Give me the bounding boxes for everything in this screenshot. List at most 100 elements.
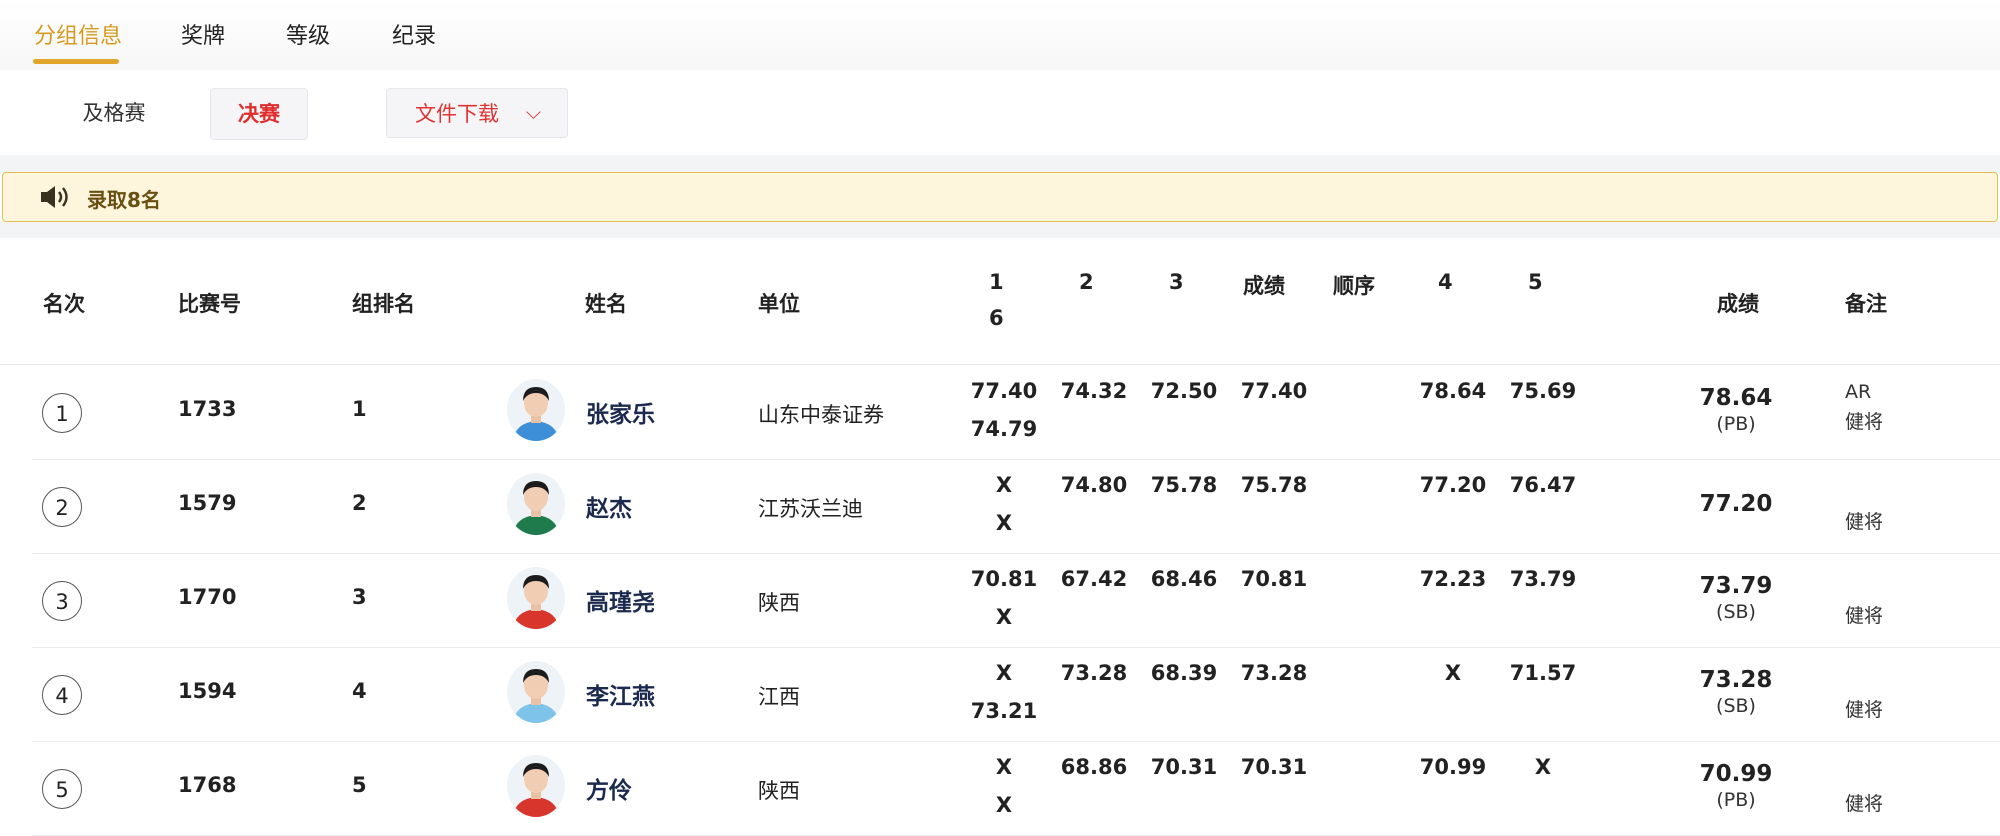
- attempt-2: 74.32: [1060, 379, 1128, 403]
- athlete-avatar: [507, 473, 565, 535]
- remark-note: 健将: [1845, 511, 1884, 533]
- attempt-5: X: [1534, 755, 1552, 779]
- table-row[interactable]: 2 1579 2 赵杰 江苏沃兰迪 X X 74.80 75.78 75.78 77.20 76.47…: [32, 459, 2000, 554]
- record-note: AR: [1845, 381, 1872, 403]
- col-attempt-6: 6: [989, 306, 1004, 330]
- rank-badge: 2: [42, 487, 82, 527]
- attempt-2: 73.28: [1060, 661, 1128, 685]
- col-attempt-2: 2: [1079, 270, 1094, 294]
- attempt-4: 70.99: [1419, 755, 1487, 779]
- file-download-dropdown[interactable]: 文件下载 ⌵: [386, 88, 568, 138]
- remark-note: 健将: [1845, 699, 1884, 721]
- attempt-2: 74.80: [1060, 473, 1128, 497]
- result-value: 70.99: [1699, 761, 1773, 787]
- col-rank: 名次: [43, 292, 85, 316]
- group-rank: 3: [352, 585, 367, 609]
- athlete-name[interactable]: 高瑾尧: [586, 583, 655, 617]
- tab-group-info[interactable]: 分组信息: [34, 18, 122, 50]
- rank-badge: 1: [42, 393, 82, 433]
- attempt-4: 77.20: [1419, 473, 1487, 497]
- rank-badge: 3: [42, 581, 82, 621]
- attempt-5: 76.47: [1509, 473, 1577, 497]
- final-result: 77.20: [1666, 491, 1806, 519]
- attempt-4: 78.64: [1419, 379, 1487, 403]
- chevron-down-icon: ⌵: [525, 100, 541, 124]
- final-result: 78.64 (PB): [1666, 385, 1806, 435]
- attempt-3: 75.78: [1150, 473, 1218, 497]
- col-attempt-1: 1: [989, 270, 1004, 294]
- attempt-5: 73.79: [1509, 567, 1577, 591]
- attempt-6: X: [995, 511, 1013, 535]
- col-bib: 比赛号: [178, 292, 241, 316]
- col-remark: 备注: [1845, 292, 1887, 316]
- prelim-round-button[interactable]: 及格赛: [44, 88, 184, 138]
- best-of-three: 75.78: [1240, 473, 1308, 497]
- unit-name: 江苏沃兰迪: [758, 497, 863, 521]
- athlete-avatar: [507, 567, 565, 629]
- col-best3: 成绩: [1243, 274, 1285, 298]
- bib-number: 1768: [178, 773, 237, 797]
- rank-badge: 5: [42, 769, 82, 809]
- bib-number: 1733: [178, 397, 237, 421]
- attempt-3: 68.46: [1150, 567, 1218, 591]
- col-attempt-4: 4: [1438, 270, 1453, 294]
- rank-badge: 4: [42, 675, 82, 715]
- group-rank: 2: [352, 491, 367, 515]
- table-header: 名次 比赛号 组排名 姓名 单位 1 6 2 3 成绩 顺序 4 5 成绩 备注: [0, 238, 2000, 365]
- col-group-rank: 组排名: [352, 292, 415, 316]
- attempt-5: 75.69: [1509, 379, 1577, 403]
- athlete-name[interactable]: 张家乐: [586, 395, 655, 429]
- section-divider: [0, 222, 2000, 238]
- remark-note: 健将: [1845, 605, 1884, 627]
- col-result: 成绩: [1717, 292, 1759, 316]
- attempt-5: 71.57: [1509, 661, 1577, 685]
- attempt-3: 68.39: [1150, 661, 1218, 685]
- attempt-1: X: [995, 755, 1013, 779]
- attempt-2: 68.86: [1060, 755, 1128, 779]
- athlete-name[interactable]: 方伶: [586, 771, 632, 805]
- attempt-2: 67.42: [1060, 567, 1128, 591]
- athlete-name[interactable]: 赵杰: [586, 489, 632, 523]
- filter-bar: 及格赛 决赛 文件下载 ⌵: [0, 70, 2000, 155]
- table-row[interactable]: 1 1733 1 张家乐 山东中泰证券 77.40 74.79 74.32 72.50 77.40…: [32, 365, 2000, 460]
- final-result: 73.28 (SB): [1666, 667, 1806, 717]
- attempt-4: X: [1444, 661, 1462, 685]
- attempt-6: 73.21: [970, 699, 1038, 723]
- remark-note: 健将: [1845, 793, 1884, 815]
- group-rank: 1: [352, 397, 367, 421]
- unit-name: 陕西: [758, 779, 800, 803]
- table-row[interactable]: 4 1594 4 李江燕 江西 X 73.21 73.28 68.39 73.28 X 71.57 73…: [32, 647, 2000, 742]
- attempt-3: 72.50: [1150, 379, 1218, 403]
- best-of-three: 73.28: [1240, 661, 1308, 685]
- tab-medals[interactable]: 奖牌: [181, 18, 225, 50]
- attempt-3: 70.31: [1150, 755, 1218, 779]
- attempt-1: 77.40: [970, 379, 1038, 403]
- result-value: 73.79: [1699, 573, 1773, 599]
- results-table: 名次 比赛号 组排名 姓名 单位 1 6 2 3 成绩 顺序 4 5 成绩 备注…: [0, 238, 2000, 836]
- final-result: 70.99 (PB): [1666, 761, 1806, 811]
- final-round-button[interactable]: 决赛: [210, 88, 308, 140]
- attempt-6: X: [995, 605, 1013, 629]
- tab-levels[interactable]: 等级: [286, 18, 330, 50]
- table-row[interactable]: 3 1770 3 高瑾尧 陕西 70.81 X 67.42 68.46 70.81 72.23 73.…: [32, 553, 2000, 648]
- file-download-label: 文件下载: [415, 102, 499, 126]
- result-mark: (SB): [1716, 695, 1756, 717]
- col-order: 顺序: [1333, 274, 1375, 298]
- active-tab-indicator: [33, 59, 119, 64]
- tab-bar: 分组信息 奖牌 等级 纪录: [0, 0, 2000, 70]
- tab-records[interactable]: 纪录: [392, 18, 436, 50]
- athlete-avatar: [507, 661, 565, 723]
- notice-text: 录取8名: [87, 188, 161, 212]
- result-value: 73.28: [1699, 667, 1773, 693]
- result-mark: (PB): [1716, 789, 1756, 811]
- bib-number: 1579: [178, 491, 237, 515]
- athlete-name[interactable]: 李江燕: [586, 677, 655, 711]
- speaker-icon: [41, 186, 68, 208]
- table-row[interactable]: 5 1768 5 方伶 陕西 X X 68.86 70.31 70.31 70.99 X 70.99 (P…: [32, 741, 2000, 836]
- col-attempt-5: 5: [1528, 270, 1543, 294]
- athlete-avatar: [507, 755, 565, 817]
- result-value: 77.20: [1699, 491, 1773, 517]
- notice-bar: 录取8名: [2, 172, 1998, 222]
- col-unit: 单位: [758, 292, 800, 316]
- unit-name: 陕西: [758, 591, 800, 615]
